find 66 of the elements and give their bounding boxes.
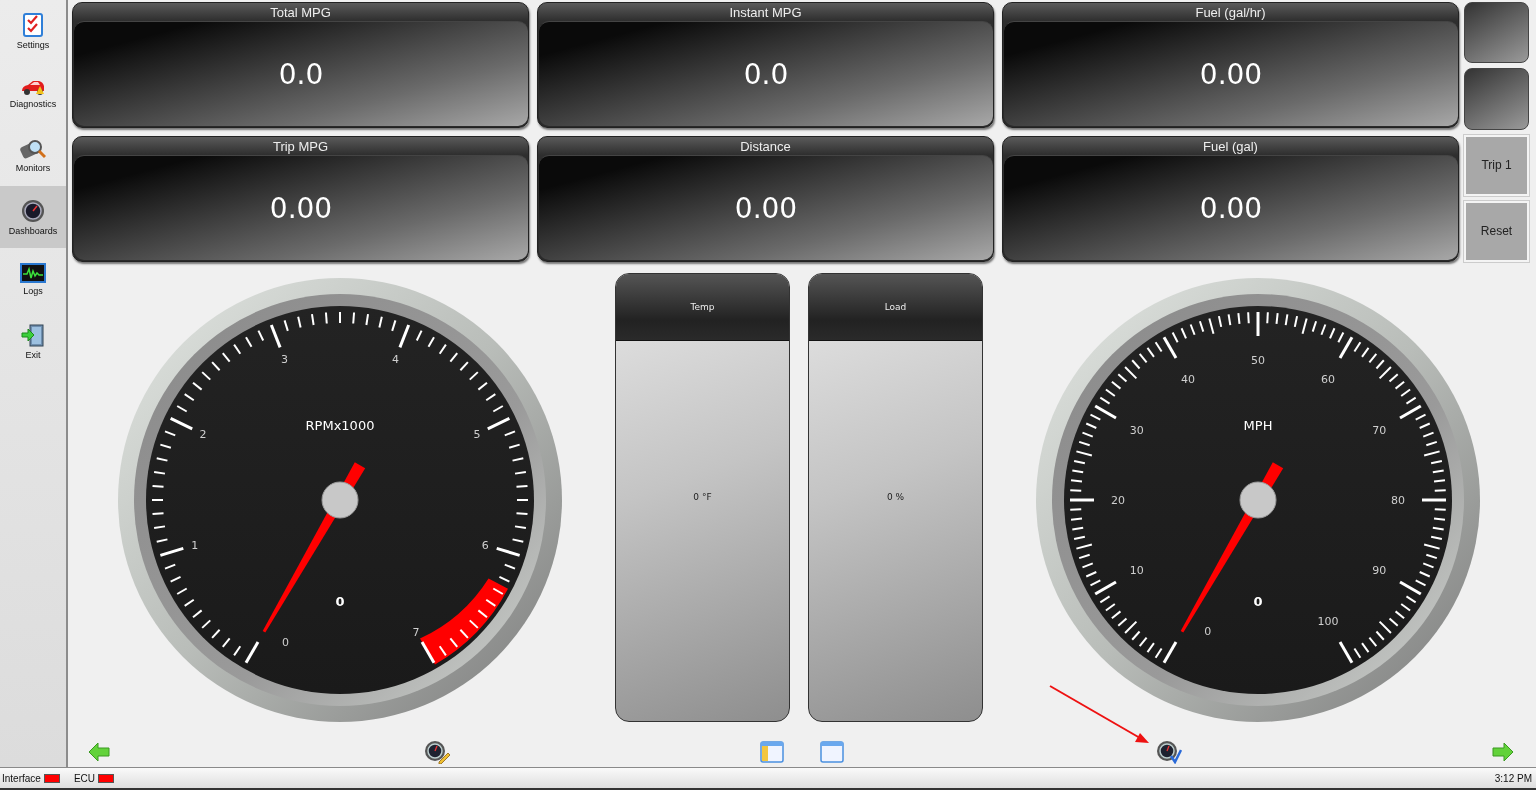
meter-title: Load xyxy=(884,302,907,312)
needle-hub xyxy=(1239,481,1277,519)
panel-title: Fuel (gal) xyxy=(1203,138,1258,154)
readout-value: 0.00 xyxy=(734,191,798,225)
trip-button[interactable]: Trip 1 xyxy=(1464,134,1529,196)
tick-label: 4 xyxy=(392,352,400,366)
sidebar-item[interactable]: Dashboards xyxy=(0,186,66,248)
readout-value: 0.0 xyxy=(743,57,789,91)
gauge-reading: 0 xyxy=(335,594,345,609)
toolbar-button[interactable] xyxy=(424,740,450,764)
tick-label: 1 xyxy=(191,538,199,552)
tick-label: 0 xyxy=(1204,624,1212,638)
tick-label: 7 xyxy=(412,625,420,639)
magnifier-icon xyxy=(20,137,46,160)
tick-label: 100 xyxy=(1317,615,1339,629)
panel-title: Instant MPG xyxy=(729,4,802,20)
readout-value: 0.00 xyxy=(1199,191,1263,225)
tick-label: 5 xyxy=(473,428,481,442)
readout-value: 0.0 xyxy=(278,57,324,91)
tick-label: 90 xyxy=(1372,564,1387,577)
tick-label: 10 xyxy=(1129,564,1144,577)
indicator-label: Interface xyxy=(2,772,41,784)
tick-label: 50 xyxy=(1251,354,1265,367)
sidebar-item[interactable]: Logs xyxy=(0,248,66,310)
indicator-label: ECU xyxy=(73,772,96,784)
panel-title: Fuel (gal/hr) xyxy=(1195,4,1266,20)
sidebar-item[interactable]: Exit xyxy=(0,310,66,372)
tick-label: 20 xyxy=(1111,494,1125,507)
gauge-checkmark-icon xyxy=(1156,740,1182,764)
meter-reading: 0 °F xyxy=(693,492,712,502)
sidebar-item[interactable]: Diagnostics xyxy=(0,62,66,124)
panel-title: Distance xyxy=(740,138,791,154)
readout-value: 0.00 xyxy=(269,191,333,225)
meter-title: Temp xyxy=(690,302,715,312)
sidebar-item[interactable]: Monitors xyxy=(0,124,66,186)
panel-title: Total MPG xyxy=(270,4,331,20)
tick-label: 30 xyxy=(1129,424,1144,437)
trip-button[interactable]: Reset xyxy=(1464,200,1529,262)
needle-hub xyxy=(321,481,359,519)
clock: 3:12 PM xyxy=(1494,772,1532,784)
toolbar-button[interactable] xyxy=(1156,740,1182,764)
tick-label: 40 xyxy=(1181,372,1195,386)
sidebar-item[interactable]: Settings xyxy=(0,0,66,62)
window-sidebar-icon xyxy=(760,741,784,763)
panel-title: Trip MPG xyxy=(272,138,329,154)
unit-label: RPMx1000 xyxy=(305,418,375,433)
forward-arrow-icon xyxy=(1492,742,1514,762)
checklist-icon xyxy=(22,12,44,37)
meter-reading: 0 % xyxy=(886,492,905,502)
tick-label: 60 xyxy=(1321,372,1335,386)
tick-label: 6 xyxy=(481,538,489,552)
gauge-reading: 0 xyxy=(1253,594,1263,609)
back-arrow-icon xyxy=(88,742,110,762)
waveform-icon xyxy=(20,262,46,283)
blank-button[interactable] xyxy=(1464,2,1529,64)
tick-label: 80 xyxy=(1391,494,1405,507)
tick-label: 3 xyxy=(280,352,288,366)
tick-label: 70 xyxy=(1372,424,1387,437)
window-icon xyxy=(820,741,844,763)
gauge-pencil-icon xyxy=(424,740,450,764)
gauge-icon xyxy=(21,198,45,223)
readout-value: 0.00 xyxy=(1199,57,1263,91)
tick-label: 2 xyxy=(199,428,207,442)
tick-label: 0 xyxy=(282,635,290,649)
unit-label: MPH xyxy=(1243,418,1273,433)
exit-door-icon xyxy=(21,322,45,347)
